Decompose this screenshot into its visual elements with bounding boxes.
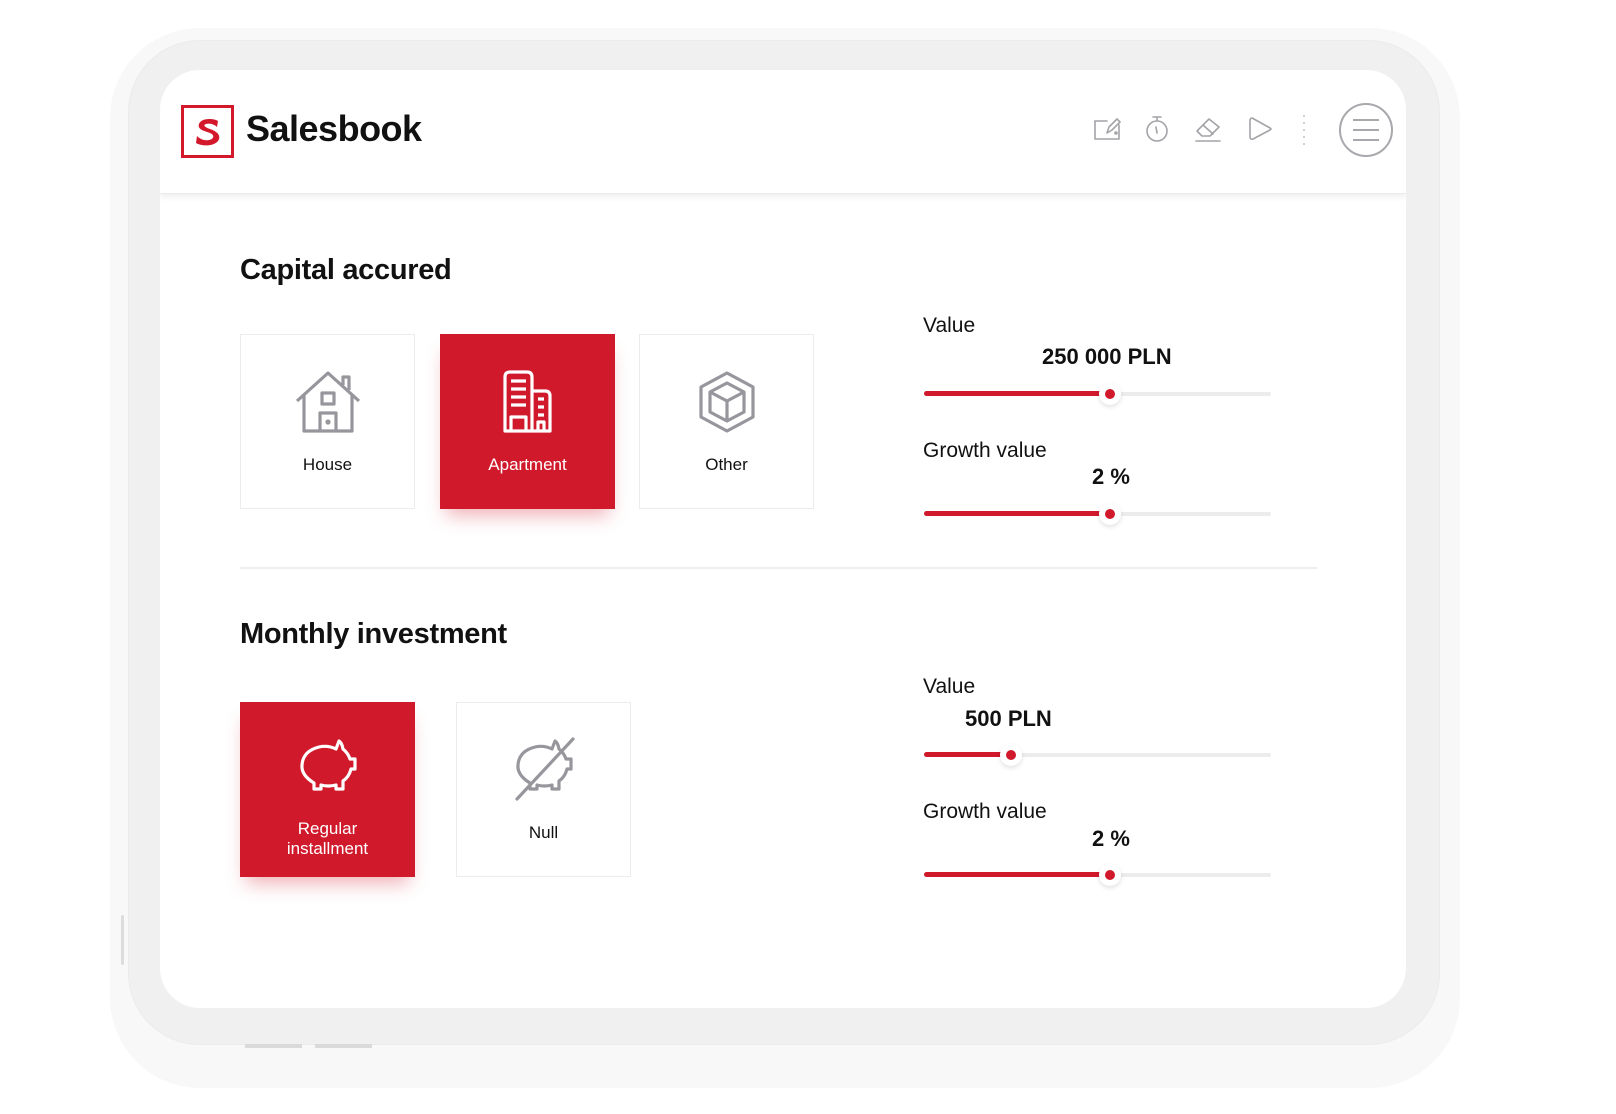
option-label: Other <box>705 455 748 474</box>
cube-icon <box>698 371 755 433</box>
option-label: House <box>302 455 353 474</box>
edit-note-icon[interactable] <box>1091 113 1123 145</box>
hamburger-menu-icon[interactable] <box>1339 103 1393 157</box>
tablet-side-button <box>121 915 124 965</box>
section-title-capital: Capital accured <box>240 254 452 286</box>
tablet-bottom-mark <box>245 1044 302 1048</box>
tablet-bottom-mark <box>315 1044 372 1048</box>
slider-thumb[interactable] <box>1098 864 1121 886</box>
house-icon <box>295 371 360 433</box>
logo[interactable] <box>181 105 234 158</box>
value-slider[interactable] <box>924 383 1271 405</box>
toolbar-separator <box>1303 115 1305 145</box>
option-label-line: Regular <box>297 819 358 838</box>
app-header: Salesbook <box>160 70 1406 194</box>
control-label: Growth value <box>923 439 1047 462</box>
control-label: Value <box>923 675 976 698</box>
option-other[interactable]: Other <box>639 334 814 509</box>
apartment-building-icon <box>502 370 552 433</box>
app-screen: Salesbook Capital accured House Apartmen… <box>160 70 1406 1008</box>
piggy-bank-icon <box>299 739 357 791</box>
option-label: Regular installment <box>287 819 368 859</box>
slider-fill <box>924 872 1110 877</box>
brand-name: Salesbook <box>246 108 422 149</box>
slider-thumb[interactable] <box>1098 503 1121 525</box>
option-label-line: installment <box>286 839 369 858</box>
option-house[interactable]: House <box>240 334 415 509</box>
option-null[interactable]: Null <box>456 702 631 877</box>
play-icon[interactable] <box>1244 113 1276 145</box>
slider-thumb[interactable] <box>1098 383 1121 405</box>
stopwatch-icon[interactable] <box>1141 113 1173 145</box>
logo-s-icon <box>195 118 219 145</box>
monthly-growth-slider[interactable] <box>924 864 1271 886</box>
section-divider <box>240 567 1317 569</box>
option-apartment[interactable]: Apartment <box>440 334 615 509</box>
option-label: Null <box>528 823 559 842</box>
control-value: 500 PLN <box>965 706 1052 731</box>
monthly-value-slider[interactable] <box>924 744 1271 766</box>
piggy-bank-crossed-icon <box>514 737 575 801</box>
control-value: 250 000 PLN <box>1042 344 1172 369</box>
control-label: Value <box>923 314 976 337</box>
slider-fill <box>924 511 1110 516</box>
slider-fill <box>924 391 1110 396</box>
slider-thumb[interactable] <box>999 744 1022 766</box>
option-regular-installment[interactable]: Regular installment <box>240 702 415 877</box>
control-value: 2 % <box>1092 464 1130 489</box>
control-value: 2 % <box>1092 826 1130 851</box>
option-label: Apartment <box>488 455 567 474</box>
growth-slider[interactable] <box>924 503 1271 525</box>
slider-fill <box>924 752 1011 757</box>
section-title-monthly: Monthly investment <box>240 618 507 650</box>
eraser-icon[interactable] <box>1192 113 1224 145</box>
control-label: Growth value <box>923 800 1047 823</box>
